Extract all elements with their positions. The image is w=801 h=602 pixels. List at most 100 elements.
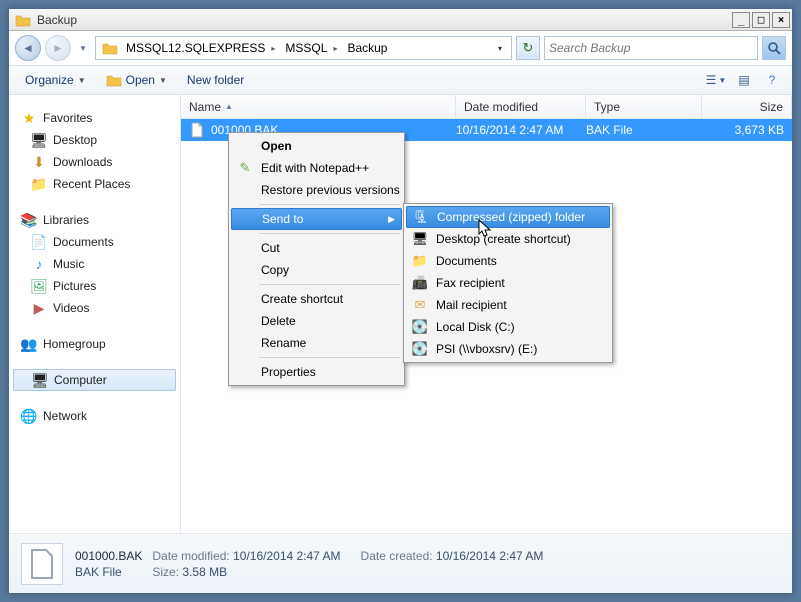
separator: [259, 233, 400, 234]
ctx-send-to[interactable]: Send to▶: [231, 208, 402, 230]
sidebar-item-desktop[interactable]: 🖥Desktop: [9, 129, 180, 151]
breadcrumb-label: Backup: [347, 41, 387, 55]
open-button[interactable]: Open▼: [98, 69, 175, 91]
sendto-fax[interactable]: 📠Fax recipient: [406, 272, 610, 294]
notepadpp-icon: ✎: [237, 160, 253, 176]
titlebar: Backup _ □ ×: [9, 9, 792, 31]
file-date: 10/16/2014 2:47 AM: [456, 123, 586, 137]
breadcrumb-segment[interactable]: MSSQL ▸: [281, 38, 343, 58]
separator: [259, 204, 400, 205]
help-button[interactable]: ?: [760, 68, 784, 92]
sidebar-item-videos[interactable]: ▶Videos: [9, 297, 180, 319]
sidebar-item-documents[interactable]: 📄Documents: [9, 231, 180, 253]
details-filetype: BAK File: [75, 565, 142, 579]
column-headers: Name▲ Date modified Type Size: [181, 95, 792, 119]
sendto-network-drive-e[interactable]: 💽PSI (\\vboxsrv) (E:): [406, 338, 610, 360]
address-dropdown[interactable]: ▾: [491, 44, 509, 53]
ctx-cut[interactable]: Cut: [231, 237, 402, 259]
ctx-restore-versions[interactable]: Restore previous versions: [231, 179, 402, 201]
chevron-right-icon: ▸: [333, 44, 337, 53]
file-size: 3,673 KB: [702, 123, 784, 137]
sendto-mail[interactable]: ✉Mail recipient: [406, 294, 610, 316]
ctx-delete[interactable]: Delete: [231, 310, 402, 332]
computer-icon: 🖥: [32, 372, 48, 388]
minimize-button[interactable]: _: [732, 12, 750, 28]
column-header-date[interactable]: Date modified: [456, 95, 586, 118]
sendto-desktop[interactable]: 🖥Desktop (create shortcut): [406, 228, 610, 250]
separator: [259, 284, 400, 285]
details-filename: 001000.BAK: [75, 549, 142, 563]
breadcrumb-segment[interactable]: MSSQL12.SQLEXPRESS ▸: [122, 38, 281, 58]
search-icon: [767, 41, 781, 55]
nav-bar: ◄ ► ▼ MSSQL12.SQLEXPRESS ▸ MSSQL ▸ Backup …: [9, 31, 792, 65]
separator: [259, 357, 400, 358]
maximize-button[interactable]: □: [752, 12, 770, 28]
sidebar-computer[interactable]: 🖥Computer: [13, 369, 176, 391]
ctx-copy[interactable]: Copy: [231, 259, 402, 281]
network-drive-icon: 💽: [412, 341, 428, 357]
music-icon: ♪: [31, 256, 47, 272]
breadcrumb-label: MSSQL12.SQLEXPRESS: [126, 41, 265, 55]
chevron-down-icon: ▼: [159, 76, 167, 85]
search-button[interactable]: [762, 36, 786, 60]
window-title: Backup: [37, 13, 730, 27]
desktop-icon: 🖥: [31, 132, 47, 148]
close-button[interactable]: ×: [772, 12, 790, 28]
videos-icon: ▶: [31, 300, 47, 316]
zip-folder-icon: 🗜: [413, 209, 429, 225]
sendto-submenu: 🗜Compressed (zipped) folder 🖥Desktop (cr…: [403, 203, 613, 363]
breadcrumb-segment[interactable]: Backup: [343, 38, 391, 58]
history-dropdown[interactable]: ▼: [75, 40, 91, 56]
fax-icon: 📠: [412, 275, 428, 291]
forward-button[interactable]: ►: [45, 35, 71, 61]
ctx-properties[interactable]: Properties: [231, 361, 402, 383]
address-bar[interactable]: MSSQL12.SQLEXPRESS ▸ MSSQL ▸ Backup ▾: [95, 36, 512, 60]
chevron-right-icon: ▸: [271, 44, 275, 53]
file-icon: [189, 122, 205, 138]
sidebar-item-music[interactable]: ♪Music: [9, 253, 180, 275]
column-header-size[interactable]: Size: [702, 95, 792, 118]
sidebar-libraries[interactable]: 📚Libraries: [9, 209, 180, 231]
view-options-button[interactable]: ☰▼: [704, 68, 728, 92]
column-header-type[interactable]: Type: [586, 95, 702, 118]
back-button[interactable]: ◄: [15, 35, 41, 61]
file-thumbnail: [21, 543, 63, 585]
submenu-arrow-icon: ▶: [388, 214, 395, 225]
search-input[interactable]: Search Backup: [544, 36, 758, 60]
sendto-local-disk-c[interactable]: 💽Local Disk (C:): [406, 316, 610, 338]
mail-icon: ✉: [412, 297, 428, 313]
folder-icon: [15, 13, 31, 27]
star-icon: ★: [21, 110, 37, 126]
network-icon: 🌐: [21, 408, 37, 424]
toolbar: Organize▼ Open▼ New folder ☰▼ ▤ ?: [9, 65, 792, 95]
folder-open-icon: [106, 73, 122, 87]
ctx-edit-notepadpp[interactable]: ✎Edit with Notepad++: [231, 157, 402, 179]
sendto-documents[interactable]: 📁Documents: [406, 250, 610, 272]
sidebar-favorites[interactable]: ★Favorites: [9, 107, 180, 129]
file-type: BAK File: [586, 123, 702, 137]
nav-pane: ★Favorites 🖥Desktop ⬇Downloads 📁Recent P…: [9, 95, 181, 533]
documents-icon: 📁: [412, 253, 428, 269]
sidebar-item-downloads[interactable]: ⬇Downloads: [9, 151, 180, 173]
recent-icon: 📁: [31, 176, 47, 192]
sidebar-homegroup[interactable]: 👥Homegroup: [9, 333, 180, 355]
ctx-rename[interactable]: Rename: [231, 332, 402, 354]
new-folder-button[interactable]: New folder: [179, 69, 252, 91]
organize-button[interactable]: Organize▼: [17, 69, 94, 91]
sidebar-item-pictures[interactable]: 🖼Pictures: [9, 275, 180, 297]
documents-icon: 📄: [31, 234, 47, 250]
desktop-icon: 🖥: [412, 231, 428, 247]
pictures-icon: 🖼: [31, 278, 47, 294]
sidebar-item-recent[interactable]: 📁Recent Places: [9, 173, 180, 195]
breadcrumb-label: MSSQL: [285, 41, 327, 55]
ctx-create-shortcut[interactable]: Create shortcut: [231, 288, 402, 310]
sort-asc-icon: ▲: [225, 102, 233, 111]
sidebar-network[interactable]: 🌐Network: [9, 405, 180, 427]
ctx-open[interactable]: Open: [231, 135, 402, 157]
sendto-compressed[interactable]: 🗜Compressed (zipped) folder: [406, 206, 610, 228]
download-icon: ⬇: [31, 154, 47, 170]
refresh-button[interactable]: ↻: [516, 36, 540, 60]
homegroup-icon: 👥: [21, 336, 37, 352]
preview-pane-button[interactable]: ▤: [732, 68, 756, 92]
column-header-name[interactable]: Name▲: [181, 95, 456, 118]
